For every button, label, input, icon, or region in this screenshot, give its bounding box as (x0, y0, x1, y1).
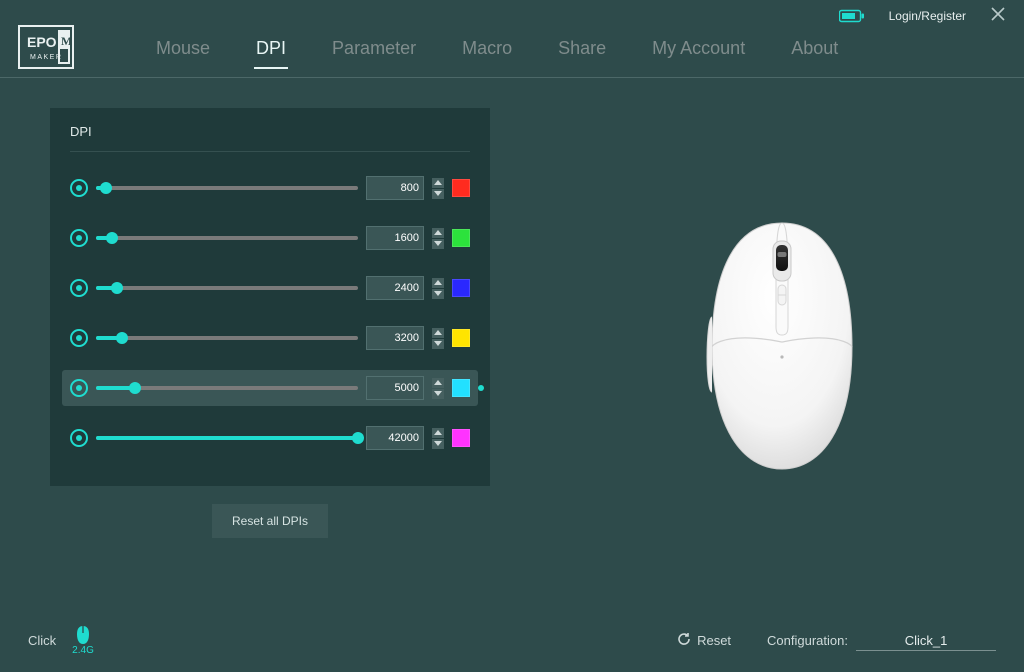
dpi-row-2: 1600 (62, 220, 478, 256)
dpi-radio[interactable] (70, 329, 88, 347)
dpi-row-4: 3200 (62, 320, 478, 356)
configuration-label: Configuration: (767, 633, 848, 648)
dpi-color-swatch[interactable] (452, 429, 470, 447)
nav-macro[interactable]: Macro (460, 34, 514, 69)
svg-text:EPO: EPO (27, 34, 57, 50)
mouse-image (692, 217, 872, 477)
dpi-step-down[interactable] (432, 189, 444, 199)
login-register-link[interactable]: Login/Register (889, 9, 966, 23)
connection-mode-label: 2.4G (72, 645, 94, 656)
dpi-step-down[interactable] (432, 239, 444, 249)
mouse-icon (76, 625, 90, 645)
dpi-step-up[interactable] (432, 178, 444, 188)
svg-text:MAKER: MAKER (30, 54, 62, 61)
dpi-step-up[interactable] (432, 328, 444, 338)
dpi-step-down[interactable] (432, 439, 444, 449)
panel-title: DPI (70, 124, 470, 152)
footer-reset-label: Reset (697, 633, 731, 648)
dpi-radio[interactable] (70, 379, 88, 397)
dpi-radio[interactable] (70, 229, 88, 247)
dpi-step-up[interactable] (432, 278, 444, 288)
dpi-slider[interactable] (96, 429, 358, 447)
reset-icon (677, 632, 691, 649)
dpi-radio[interactable] (70, 429, 88, 447)
dpi-value-input[interactable]: 1600 (366, 226, 424, 250)
nav-my-account[interactable]: My Account (650, 34, 747, 69)
dpi-slider[interactable] (96, 179, 358, 197)
dpi-color-swatch[interactable] (452, 279, 470, 297)
dpi-slider[interactable] (96, 279, 358, 297)
nav-dpi[interactable]: DPI (254, 34, 288, 69)
dpi-step-down[interactable] (432, 389, 444, 399)
brand-logo: EPO MAKER M (18, 25, 74, 69)
dpi-row-5: 5000 (62, 370, 478, 406)
dpi-color-swatch[interactable] (452, 179, 470, 197)
nav-mouse[interactable]: Mouse (154, 34, 212, 69)
dpi-step-up[interactable] (432, 428, 444, 438)
active-row-marker (478, 385, 484, 391)
footer-click-label: Click (28, 633, 56, 648)
dpi-row-1: 800 (62, 170, 478, 206)
dpi-step-down[interactable] (432, 289, 444, 299)
nav-parameter[interactable]: Parameter (330, 34, 418, 69)
dpi-slider[interactable] (96, 229, 358, 247)
dpi-value-input[interactable]: 800 (366, 176, 424, 200)
configuration-field[interactable]: Click_1 (856, 631, 996, 651)
dpi-value-input[interactable]: 5000 (366, 376, 424, 400)
nav-tabs: Mouse DPI Parameter Macro Share My Accou… (154, 34, 840, 69)
dpi-radio[interactable] (70, 179, 88, 197)
dpi-row-6: 42000 (62, 420, 478, 456)
dpi-step-down[interactable] (432, 339, 444, 349)
dpi-radio[interactable] (70, 279, 88, 297)
connection-mode-button[interactable]: 2.4G (72, 625, 94, 656)
dpi-slider[interactable] (96, 329, 358, 347)
dpi-value-input[interactable]: 42000 (366, 426, 424, 450)
svg-text:M: M (61, 34, 72, 48)
dpi-color-swatch[interactable] (452, 379, 470, 397)
dpi-panel: DPI 800 1600 2400 3200 5000 42000 (50, 108, 490, 486)
close-icon[interactable] (990, 6, 1006, 25)
dpi-value-input[interactable]: 2400 (366, 276, 424, 300)
dpi-color-swatch[interactable] (452, 329, 470, 347)
dpi-value-input[interactable]: 3200 (366, 326, 424, 350)
dpi-row-3: 2400 (62, 270, 478, 306)
nav-share[interactable]: Share (556, 34, 608, 69)
dpi-slider[interactable] (96, 379, 358, 397)
reset-all-dpis-button[interactable]: Reset all DPIs (212, 504, 328, 538)
dpi-step-up[interactable] (432, 228, 444, 238)
footer-reset-button[interactable]: Reset (677, 632, 731, 649)
dpi-color-swatch[interactable] (452, 229, 470, 247)
dpi-step-up[interactable] (432, 378, 444, 388)
nav-about[interactable]: About (789, 34, 840, 69)
battery-icon (839, 9, 865, 23)
